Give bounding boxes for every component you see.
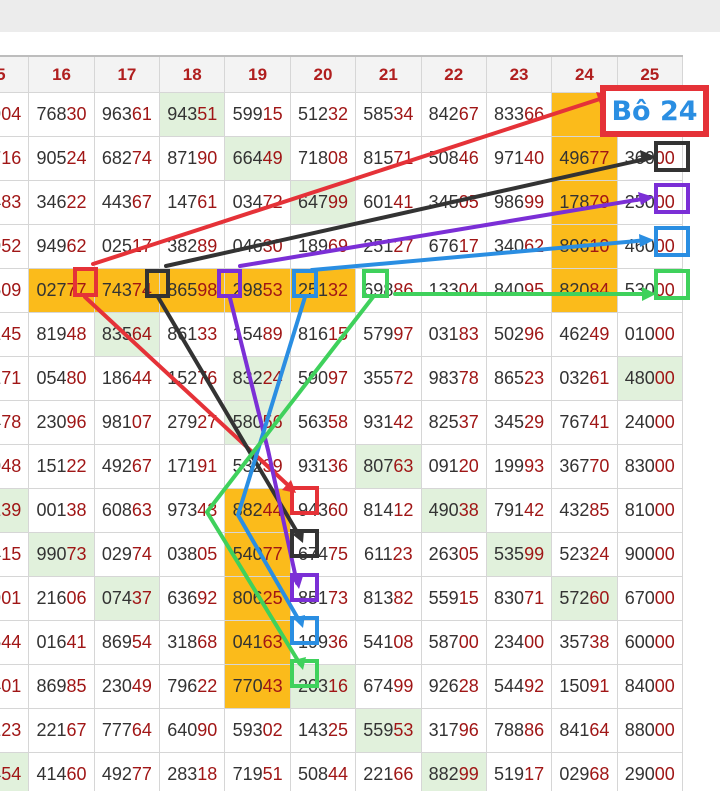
- blue-arrowhead: [639, 234, 654, 247]
- black-arrowhead: [640, 150, 656, 163]
- red-down-line: [83, 295, 292, 489]
- red-box-source: [73, 267, 98, 297]
- purple-box-target: [654, 183, 690, 214]
- blue-box-target: [654, 226, 690, 257]
- green-arrowhead: [642, 287, 656, 301]
- red-box-col19: [290, 486, 319, 515]
- green-box-source: [362, 269, 389, 298]
- blue-box-col19: [290, 616, 319, 645]
- badge-inner: Bô 24: [606, 91, 703, 131]
- black-box-source: [145, 269, 170, 298]
- badge-text: Bô 24: [611, 95, 698, 127]
- purple-arrowhead: [638, 192, 654, 205]
- black-arrow-line: [164, 156, 652, 268]
- blue-box-source: [292, 269, 318, 298]
- red-arrow-line: [91, 95, 608, 266]
- purple-box-source: [217, 269, 242, 298]
- green-box-col19: [290, 659, 319, 688]
- purple-arrow-line: [238, 196, 650, 268]
- green-box-target: [654, 269, 690, 300]
- bo-24-badge: Bô 24: [600, 85, 709, 137]
- black-box-target: [654, 141, 690, 172]
